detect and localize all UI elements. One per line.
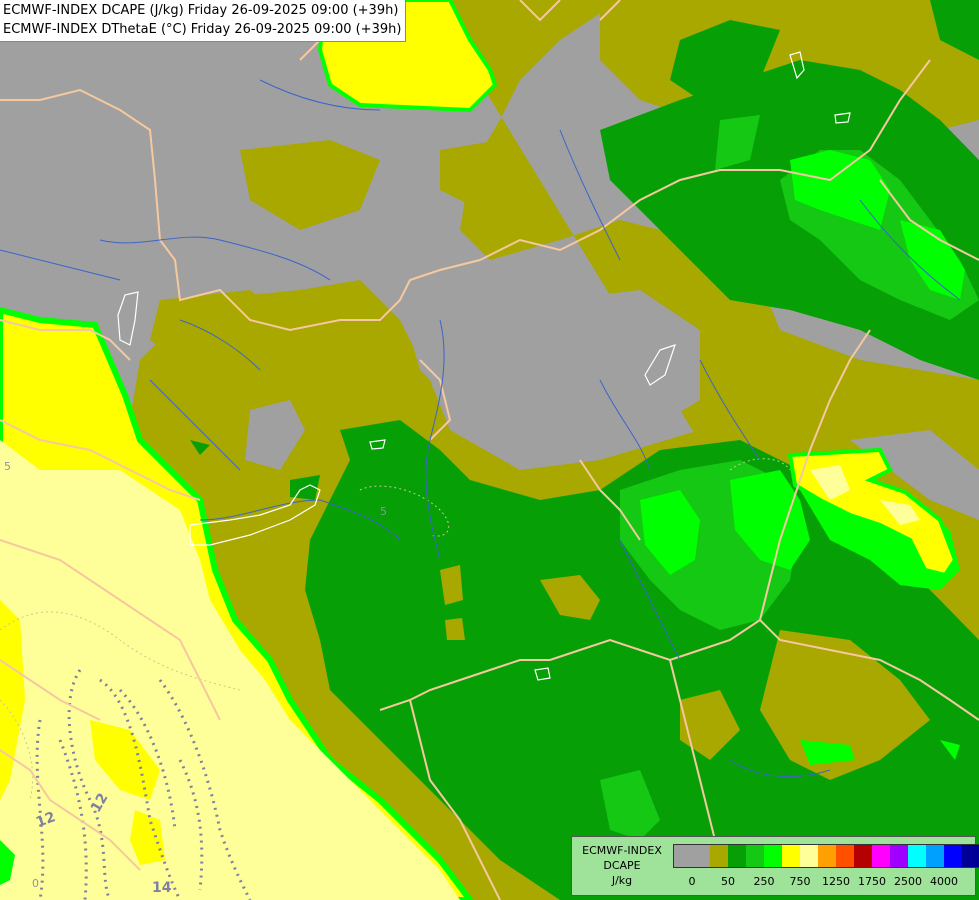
legend-tick-label: 250 bbox=[753, 875, 775, 888]
title-line-dcape: ECMWF-INDEX DCAPE (J/kg) Friday 26-09-20… bbox=[3, 3, 399, 18]
legend-tick-label: 4000 bbox=[930, 875, 958, 888]
map-title: ECMWF-INDEX DCAPE (J/kg) Friday 26-09-20… bbox=[0, 0, 407, 42]
legend-tick-label: 0 bbox=[688, 875, 696, 888]
legend-swatch bbox=[728, 845, 746, 867]
title-line-dthetae: ECMWF-INDEX DThetaE (°C) Friday 26-09-20… bbox=[3, 22, 402, 37]
legend-swatch bbox=[800, 845, 818, 867]
legend-swatch bbox=[872, 845, 890, 867]
dcape-map bbox=[0, 0, 979, 900]
legend-tick-label: 50 bbox=[721, 875, 735, 888]
legend-swatch bbox=[746, 845, 764, 867]
contour-label: 14 bbox=[152, 880, 172, 896]
legend-unit: J/kg bbox=[611, 874, 633, 887]
color-legend: ECMWF-INDEX DCAPE J/kg 0 50 250 750 1250 1750… bbox=[571, 836, 979, 896]
legend-swatch bbox=[854, 845, 872, 867]
contour-label: 0 bbox=[32, 877, 39, 890]
legend-tick-label: 1750 bbox=[858, 875, 886, 888]
legend-swatch bbox=[674, 845, 692, 867]
legend-swatch bbox=[764, 845, 782, 867]
legend-swatch bbox=[908, 845, 926, 867]
contour-label: 5 bbox=[380, 505, 387, 518]
legend-tick-label: 2500 bbox=[894, 875, 922, 888]
legend-swatch bbox=[710, 845, 728, 867]
legend-swatch bbox=[782, 845, 800, 867]
legend-variable: DCAPE bbox=[603, 859, 641, 872]
legend-swatches bbox=[673, 844, 979, 868]
legend-swatch bbox=[926, 845, 944, 867]
legend-model: ECMWF-INDEX bbox=[582, 844, 662, 857]
legend-swatch bbox=[818, 845, 836, 867]
legend-tick-label: 750 bbox=[789, 875, 811, 888]
legend-tick-label: 1250 bbox=[822, 875, 850, 888]
contour-label: 5 bbox=[4, 460, 11, 473]
legend-swatch bbox=[836, 845, 854, 867]
legend-swatch bbox=[890, 845, 908, 867]
legend-swatch bbox=[692, 845, 710, 867]
legend-title: ECMWF-INDEX DCAPE J/kg bbox=[574, 843, 670, 888]
legend-swatch bbox=[962, 845, 979, 867]
legend-swatch bbox=[944, 845, 962, 867]
